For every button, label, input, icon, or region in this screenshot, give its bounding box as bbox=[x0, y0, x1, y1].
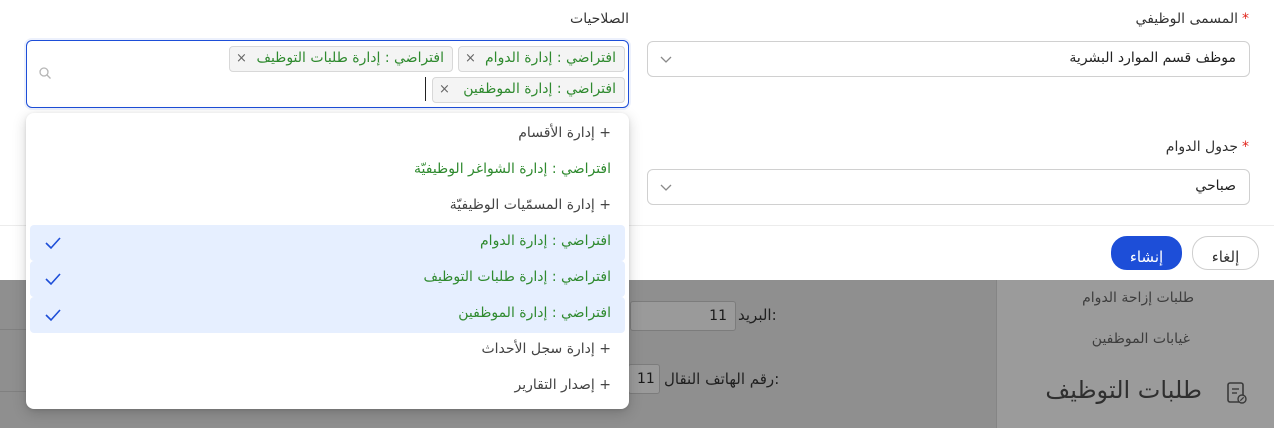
dropdown-option-selected[interactable]: افتراضي : إدارة الدوام bbox=[30, 225, 625, 261]
sidebar-title: طلبات التوظيف bbox=[1045, 376, 1202, 404]
check-icon bbox=[45, 237, 61, 250]
create-button[interactable]: إنشاء bbox=[1111, 236, 1182, 270]
chevron-down-icon bbox=[660, 56, 672, 63]
required-mark: * bbox=[1242, 139, 1249, 155]
document-icon bbox=[1227, 382, 1247, 404]
permission-tag: افتراضي : إدارة طلبات التوظيف × bbox=[229, 46, 453, 72]
option-label: افتراضي : إدارة الدوام bbox=[480, 233, 611, 249]
tag-remove-icon[interactable]: × bbox=[439, 82, 450, 97]
option-label: افتراضي : إدارة الشواغر الوظيفيّة bbox=[414, 161, 611, 177]
option-label: افتراضي : إدارة طلبات التوظيف bbox=[423, 269, 611, 285]
check-icon bbox=[45, 273, 61, 286]
tag-label: افتراضي : إدارة الدوام bbox=[485, 50, 616, 66]
cancel-button[interactable]: إلغاء bbox=[1192, 236, 1259, 270]
dropdown-option[interactable]: + إصدار التقارير bbox=[30, 369, 625, 405]
dropdown-option-selected[interactable]: افتراضي : إدارة طلبات التوظيف bbox=[30, 261, 625, 297]
option-label: + إدارة المسمّيات الوظيفيّة bbox=[449, 197, 611, 213]
option-label: + إصدار التقارير bbox=[514, 377, 611, 393]
job-title-value: موظف قسم الموارد البشرية bbox=[1069, 50, 1236, 66]
sidebar-item-absences: غيابات الموظفين bbox=[1091, 331, 1190, 347]
schedule-label: *جدول الدوام bbox=[1166, 139, 1249, 155]
dropdown-option[interactable]: + إدارة المسمّيات الوظيفيّة bbox=[30, 189, 625, 225]
schedule-value: صباحي bbox=[1195, 178, 1236, 194]
dropdown-option-selected[interactable]: افتراضي : إدارة الموظفين bbox=[30, 297, 625, 333]
option-label: + إدارة الأقسام bbox=[518, 125, 611, 141]
schedule-label-text: جدول الدوام bbox=[1165, 139, 1238, 155]
check-icon bbox=[45, 309, 61, 322]
job-title-label: *المسمى الوظيفي bbox=[1136, 11, 1249, 27]
tag-remove-icon[interactable]: × bbox=[236, 51, 247, 66]
dropdown-option[interactable]: + إدارة الأقسام bbox=[30, 117, 625, 153]
search-icon bbox=[39, 67, 51, 79]
permission-tag: افتراضي : إدارة الدوام × bbox=[458, 46, 625, 72]
job-title-select[interactable]: موظف قسم الموارد البشرية bbox=[647, 41, 1250, 77]
permissions-dropdown: + إدارة الأقسام افتراضي : إدارة الشواغر … bbox=[26, 113, 629, 409]
required-mark: * bbox=[1242, 11, 1249, 27]
text-cursor bbox=[425, 77, 426, 101]
tag-label: افتراضي : إدارة طلبات التوظيف bbox=[256, 50, 444, 66]
tag-remove-icon[interactable]: × bbox=[465, 51, 476, 66]
schedule-select[interactable]: صباحي bbox=[647, 169, 1250, 205]
permission-tag: افتراضي : إدارة الموظفين × bbox=[432, 77, 625, 103]
dropdown-option[interactable]: افتراضي : إدارة الشواغر الوظيفيّة bbox=[30, 153, 625, 189]
sidebar-item-shift-requests: طلبات إزاحة الدوام bbox=[1082, 290, 1194, 306]
mobile-field[interactable]: 11 bbox=[628, 364, 660, 394]
email-label: البريد: bbox=[738, 306, 777, 324]
divider bbox=[0, 391, 26, 392]
chevron-down-icon bbox=[660, 184, 672, 191]
dropdown-option[interactable]: + إدارة سجل الأحداث bbox=[30, 333, 625, 369]
permissions-label: الصلاحيات bbox=[570, 11, 629, 27]
option-label: + إدارة سجل الأحداث bbox=[481, 341, 611, 357]
mobile-label: رقم الهاتف النقال: bbox=[664, 370, 780, 388]
email-field[interactable]: 11 bbox=[630, 301, 736, 331]
option-label: افتراضي : إدارة الموظفين bbox=[458, 305, 611, 321]
tag-label: افتراضي : إدارة الموظفين bbox=[463, 81, 616, 97]
job-title-label-text: المسمى الوظيفي bbox=[1135, 11, 1238, 27]
divider bbox=[0, 329, 26, 330]
